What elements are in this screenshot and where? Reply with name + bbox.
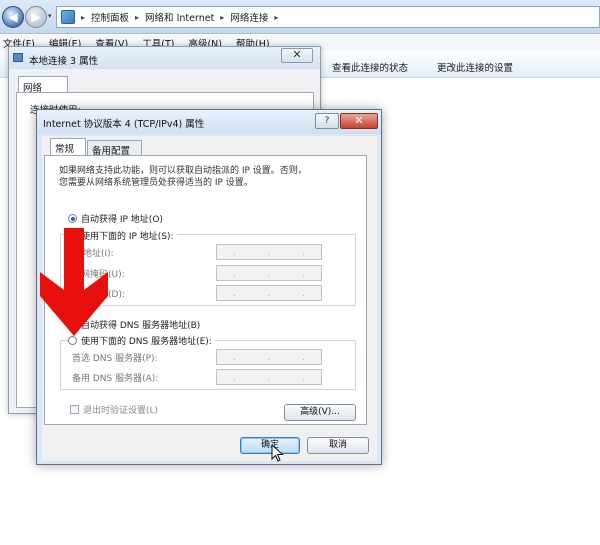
ip-address-input[interactable]: ... bbox=[216, 244, 322, 260]
preferred-dns-label: 首选 DNS 服务器(P): bbox=[72, 354, 158, 364]
ip-dot: . bbox=[233, 352, 236, 362]
validate-on-exit-option[interactable]: 退出时验证设置(L) bbox=[70, 403, 158, 416]
breadcrumb-network-connections[interactable]: 网络连接 bbox=[230, 10, 268, 24]
subnet-mask-input[interactable]: ... bbox=[216, 265, 322, 281]
network-adapter-icon bbox=[13, 53, 23, 62]
tab-network[interactable]: 网络 bbox=[18, 76, 68, 94]
description-line: 如果网络支持此功能，则可以获取自动指派的 IP 设置。否则， bbox=[59, 166, 307, 176]
alternate-dns-label: 备用 DNS 服务器(A): bbox=[72, 374, 159, 384]
preferred-dns-input[interactable]: ... bbox=[216, 349, 322, 365]
breadcrumb-network-internet[interactable]: 网络和 Internet bbox=[145, 10, 214, 24]
dialog-title: 本地连接 3 属性 bbox=[29, 56, 99, 67]
ip-dot: . bbox=[302, 247, 305, 257]
description-line: 您需要从网络系统管理员处获得适当的 IP 设置。 bbox=[59, 178, 253, 188]
validate-on-exit-label: 退出时验证设置(L) bbox=[83, 406, 159, 416]
ip-dot: . bbox=[302, 372, 305, 382]
cancel-button[interactable]: 取消 bbox=[307, 437, 369, 454]
help-button[interactable]: ? bbox=[315, 113, 339, 129]
breadcrumb-separator: ▸ bbox=[220, 12, 225, 22]
back-arrow-icon: ◀ bbox=[8, 10, 18, 24]
validate-on-exit-checkbox[interactable] bbox=[70, 405, 79, 414]
breadcrumb-control-panel[interactable]: 控制面板 bbox=[91, 10, 129, 24]
ip-dot: . bbox=[302, 288, 305, 298]
breadcrumb-separator: ▸ bbox=[135, 12, 140, 22]
dialog-titlebar: Internet 协议版本 4 (TCP/IPv4) 属性 ? ✕ bbox=[37, 110, 381, 134]
breadcrumb-separator: ▸ bbox=[274, 12, 279, 22]
tab-alternate-configuration[interactable]: 备用配置 bbox=[87, 140, 142, 157]
control-panel-icon bbox=[61, 10, 75, 24]
address-field[interactable]: ▸ 控制面板 ▸ 网络和 Internet ▸ 网络连接 ▸ bbox=[56, 6, 600, 28]
breadcrumb-separator: ▸ bbox=[81, 12, 86, 22]
ip-dot: . bbox=[233, 268, 236, 278]
dialog-titlebar: 本地连接 3 属性 ✕ bbox=[9, 47, 320, 69]
advanced-button[interactable]: 高级(V)... bbox=[284, 404, 356, 421]
default-gateway-input[interactable]: ... bbox=[216, 285, 322, 301]
ok-button[interactable]: 确定 bbox=[240, 437, 300, 454]
ip-dot: . bbox=[302, 268, 305, 278]
forward-button[interactable]: ▶ bbox=[25, 6, 47, 28]
description-text: 如果网络支持此功能，则可以获取自动指派的 IP 设置。否则， 您需要从网络系统管… bbox=[59, 165, 359, 189]
red-arrow-down-icon bbox=[40, 228, 108, 336]
ip-dot: . bbox=[267, 372, 271, 382]
close-button[interactable]: ✕ bbox=[340, 113, 378, 129]
change-connection-settings-command[interactable]: 更改此连接的设置 bbox=[437, 60, 513, 74]
address-bar-area: ◀ ▶ ▾ ▸ 控制面板 ▸ 网络和 Internet ▸ 网络连接 ▸ bbox=[0, 0, 600, 34]
ip-dot: . bbox=[233, 247, 236, 257]
alternate-dns-input[interactable]: ... bbox=[216, 369, 322, 385]
view-connection-status-command[interactable]: 查看此连接的状态 bbox=[332, 60, 408, 74]
recent-pages-dropdown[interactable]: ▾ bbox=[48, 12, 52, 20]
ip-dot: . bbox=[233, 372, 236, 382]
ip-dot: . bbox=[267, 352, 271, 362]
ip-dot: . bbox=[267, 288, 271, 298]
close-button[interactable]: ✕ bbox=[281, 48, 313, 63]
ip-dot: . bbox=[267, 247, 271, 257]
ip-dot: . bbox=[233, 288, 236, 298]
ip-dot: . bbox=[302, 352, 305, 362]
dialog-title: Internet 协议版本 4 (TCP/IPv4) 属性 bbox=[43, 119, 205, 130]
auto-ip-label: 自动获得 IP 地址(O) bbox=[81, 215, 163, 225]
auto-ip-radio[interactable] bbox=[68, 214, 77, 223]
tab-general[interactable]: 常规 bbox=[50, 138, 86, 156]
mouse-pointer-icon bbox=[271, 444, 284, 462]
forward-arrow-icon: ▶ bbox=[31, 10, 41, 24]
ip-dot: . bbox=[267, 268, 271, 278]
back-button[interactable]: ◀ bbox=[2, 6, 24, 28]
auto-ip-option[interactable]: 自动获得 IP 地址(O) bbox=[68, 212, 163, 225]
